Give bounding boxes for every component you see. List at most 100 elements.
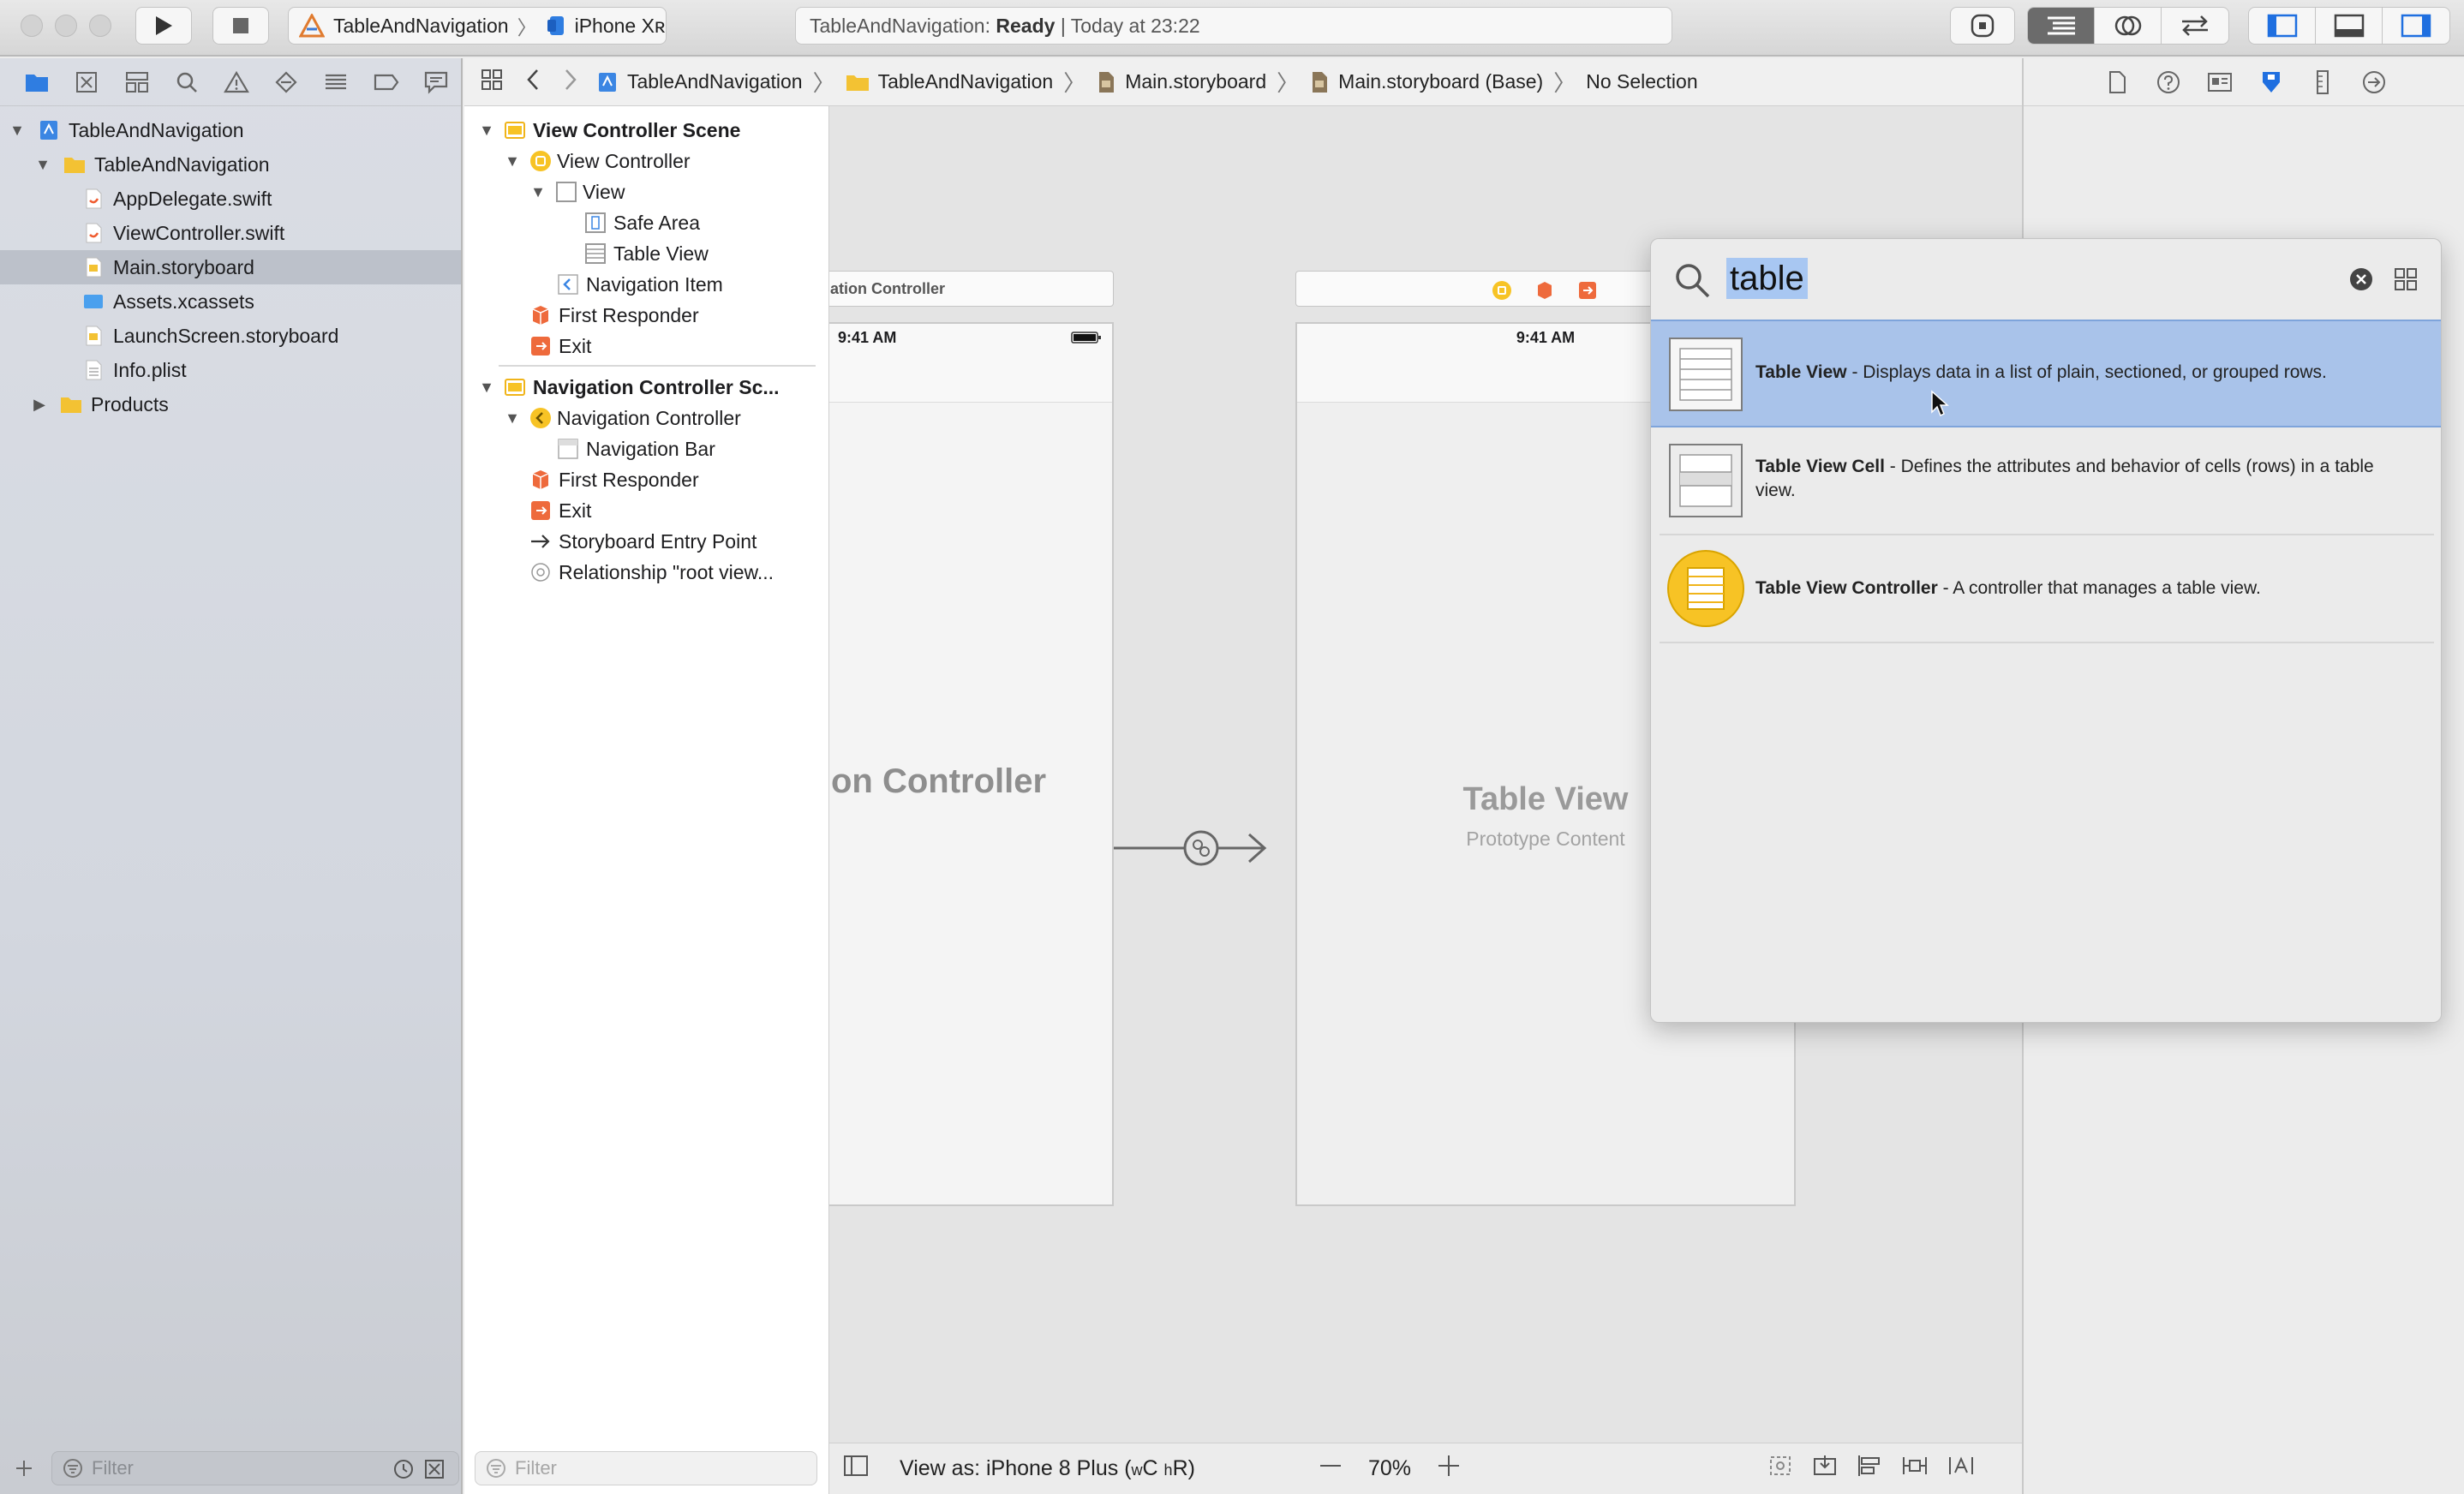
grid-view-toggle-icon[interactable] — [2393, 266, 2419, 292]
breadcrumb-group[interactable]: TableAndNavigation — [846, 70, 1053, 93]
library-search-field[interactable]: table — [1651, 239, 2441, 320]
breadcrumb-project[interactable]: TableAndNavigation — [596, 70, 803, 93]
run-button[interactable] — [135, 7, 192, 45]
source-control-filter-icon[interactable] — [424, 1459, 445, 1479]
scheme-selector[interactable]: TableAndNavigation 〉 iPhone Xʀ — [288, 7, 667, 45]
outline-item-first-responder[interactable]: First Responder — [464, 300, 828, 331]
tree-item-viewcontroller[interactable]: ViewController.swift — [0, 216, 461, 250]
library-result-table-view[interactable]: Table View - Displays data in a list of … — [1651, 320, 2441, 427]
disclosure-closed-icon[interactable]: ▶ — [31, 396, 48, 414]
assistant-editor-button[interactable] — [2095, 8, 2162, 44]
outline-item-exit[interactable]: Exit — [464, 331, 828, 362]
minimize-window-button[interactable] — [55, 15, 77, 37]
recent-files-clock-icon[interactable] — [393, 1459, 414, 1479]
toggle-navigator-button[interactable] — [2249, 8, 2316, 44]
tree-item-products[interactable]: ▶ Products — [0, 387, 461, 421]
exit-icon[interactable] — [1577, 280, 1598, 301]
inspector-tab-identity[interactable] — [2205, 68, 2234, 97]
tree-item-launchscreen[interactable]: LaunchScreen.storyboard — [0, 319, 461, 353]
library-result-table-view-cell[interactable]: Table View Cell - Defines the attributes… — [1651, 429, 2441, 534]
breadcrumb-selection[interactable]: No Selection — [1586, 70, 1697, 93]
inspector-tab-attributes[interactable] — [2257, 68, 2286, 97]
standard-editor-button[interactable] — [2028, 8, 2095, 44]
nav-tab-breakpoints[interactable] — [362, 65, 411, 99]
inspector-tab-file[interactable] — [2102, 68, 2132, 97]
inspector-tab-connections[interactable] — [2359, 68, 2389, 97]
nav-tab-project[interactable] — [12, 65, 62, 99]
disclosure-open-icon[interactable]: ▼ — [34, 156, 51, 174]
outline-item-table-view[interactable]: Table View — [464, 238, 828, 269]
outline-item-navigation-controller[interactable]: ▼ Navigation Controller — [464, 403, 828, 433]
outline-item-view[interactable]: ▼ View — [464, 176, 828, 207]
close-window-button[interactable] — [21, 15, 43, 37]
toggle-debug-area-button[interactable] — [2316, 8, 2383, 44]
library-result-name: Table View Cell — [1755, 457, 1885, 476]
nav-tab-symbols[interactable] — [111, 65, 161, 99]
nav-controller-frame[interactable]: 9:41 AM on Controller — [829, 322, 1114, 1206]
library-button[interactable] — [1950, 7, 2015, 45]
toggle-inspector-button[interactable] — [2383, 8, 2449, 44]
nav-controller-scene-dock[interactable]: ation Controller — [829, 271, 1114, 307]
nav-tab-source-control[interactable] — [62, 65, 111, 99]
outline-item-view-controller[interactable]: ▼ View Controller — [464, 146, 828, 176]
breakpoint-icon — [374, 74, 399, 90]
zoom-window-button[interactable] — [89, 15, 111, 37]
first-responder-icon[interactable] — [1534, 280, 1555, 301]
disclosure-open-icon[interactable]: ▼ — [478, 122, 495, 140]
nav-tab-debug[interactable] — [311, 65, 361, 99]
inspector-tab-size[interactable] — [2308, 68, 2337, 97]
outline-item-navigation-bar[interactable]: Navigation Bar — [464, 433, 828, 464]
clear-search-icon[interactable] — [2348, 266, 2374, 292]
outline-item-exit-2[interactable]: Exit — [464, 495, 828, 526]
disclosure-open-icon[interactable]: ▼ — [9, 122, 26, 140]
nav-tab-reports[interactable] — [411, 65, 461, 99]
breadcrumb-localization[interactable]: Main.storyboard (Base) — [1309, 70, 1543, 93]
tree-item-assets[interactable]: Assets.xcassets — [0, 284, 461, 319]
tree-item-infoplist[interactable]: Info.plist — [0, 353, 461, 387]
related-items-button[interactable] — [480, 68, 504, 97]
add-icon[interactable] — [14, 1458, 34, 1479]
disclosure-open-icon[interactable]: ▼ — [504, 409, 521, 427]
toggle-outline-button[interactable] — [843, 1455, 869, 1483]
align-button[interactable] — [1857, 1454, 1882, 1484]
inspector-tab-help[interactable] — [2154, 68, 2183, 97]
disclosure-open-icon[interactable]: ▼ — [529, 183, 547, 201]
outline-scene-view-controller[interactable]: ▼ View Controller Scene — [464, 115, 828, 146]
breadcrumb-file[interactable]: Main.storyboard — [1096, 70, 1266, 93]
outline-item-safe-area[interactable]: Safe Area — [464, 207, 828, 238]
add-constraints-button[interactable] — [1901, 1454, 1929, 1484]
outline-item-relationship[interactable]: Relationship "root view... — [464, 557, 828, 588]
resolve-issues-button[interactable] — [1947, 1454, 1975, 1484]
go-back-button[interactable] — [524, 68, 541, 97]
embed-in-button[interactable] — [1812, 1454, 1838, 1484]
library-result-table-view-controller[interactable]: Table View Controller - A controller tha… — [1651, 535, 2441, 642]
view-as-device-button[interactable]: View as: iPhone 8 Plus (wC hR) — [900, 1456, 1195, 1481]
plist-file-icon — [86, 360, 102, 380]
navigator-filter-input[interactable]: Filter — [51, 1451, 459, 1485]
disclosure-open-icon[interactable]: ▼ — [504, 152, 521, 170]
nav-tab-issues[interactable] — [212, 65, 261, 99]
outline-item-entry-point[interactable]: Storyboard Entry Point — [464, 526, 828, 557]
outline-scene-navigation-controller[interactable]: ▼ Navigation Controller Sc... — [464, 372, 828, 403]
go-forward-button[interactable] — [562, 68, 579, 97]
tree-item-group-folder[interactable]: ▼ TableAndNavigation — [0, 147, 461, 182]
disclosure-open-icon[interactable]: ▼ — [478, 379, 495, 397]
tree-item-appdelegate[interactable]: AppDelegate.swift — [0, 182, 461, 216]
zoom-in-button[interactable] — [1437, 1454, 1461, 1484]
stop-button[interactable] — [212, 7, 269, 45]
outline-item-navigation-item[interactable]: Navigation Item — [464, 269, 828, 300]
outline-filter-input[interactable]: Filter — [475, 1451, 817, 1485]
tree-item-main-storyboard[interactable]: Main.storyboard — [0, 250, 461, 284]
nav-tab-find[interactable] — [162, 65, 212, 99]
library-search-query[interactable]: table — [1726, 258, 1808, 299]
zoom-out-button[interactable] — [1319, 1455, 1343, 1482]
xcode-app-icon — [299, 14, 325, 38]
update-frames-button[interactable] — [1767, 1454, 1793, 1484]
version-editor-button[interactable] — [2162, 8, 2228, 44]
view-controller-icon[interactable] — [1492, 280, 1512, 301]
search-icon — [1676, 264, 1710, 298]
tree-item-project[interactable]: ▼ TableAndNavigation — [0, 113, 461, 147]
nav-tab-tests[interactable] — [261, 65, 311, 99]
relationship-segue-arrow[interactable] — [1112, 822, 1270, 874]
outline-item-first-responder-2[interactable]: First Responder — [464, 464, 828, 495]
